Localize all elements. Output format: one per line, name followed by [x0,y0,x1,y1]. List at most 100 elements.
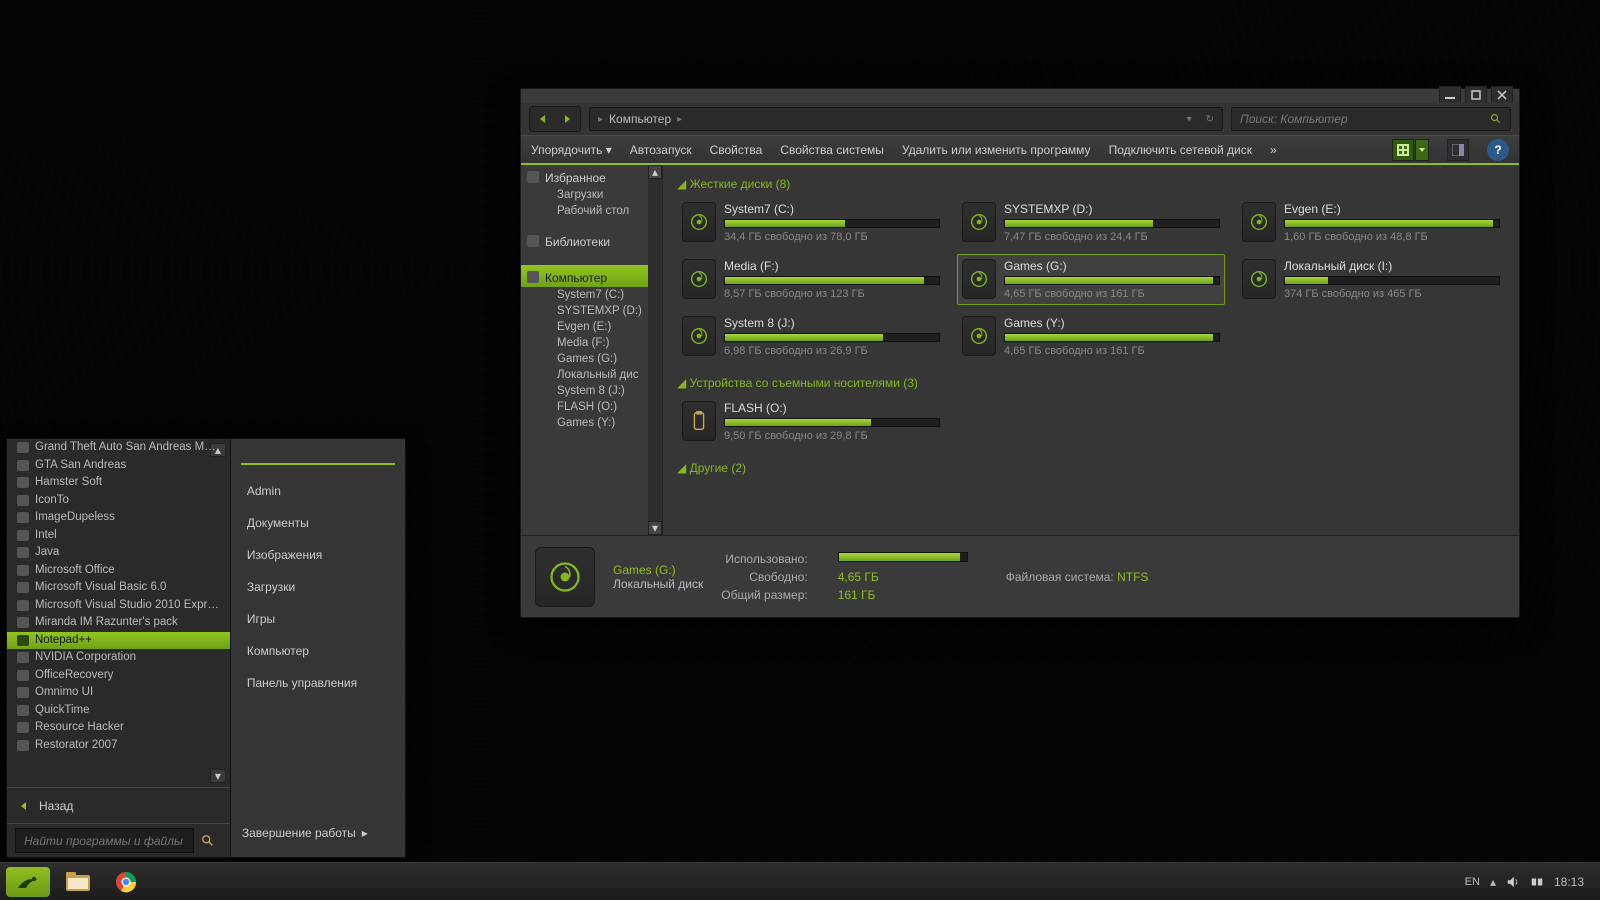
start-right-link[interactable]: Игры [231,603,405,635]
program-item[interactable]: Restorator 2007 [7,737,230,755]
program-item[interactable]: ImageDupeless [7,509,230,527]
sidebar-drive[interactable]: Evgen (E:) [521,319,662,335]
program-item[interactable]: Resource Hacker [7,719,230,737]
tb-properties[interactable]: Свойства [710,143,763,157]
drive-free: 9,50 ГБ свободно из 29,8 ГБ [724,430,940,442]
chevron-down-icon[interactable]: ▾ [1187,114,1192,125]
drive-tile[interactable]: Games (G:)4,65 ГБ свободно из 161 ГБ [957,254,1225,305]
drive-name: System 8 (J:) [724,316,940,330]
sidebar-libraries[interactable]: Библиотеки [521,229,662,251]
sidebar-drive[interactable]: FLASH (O:) [521,399,662,415]
sidebar-drive[interactable]: System 8 (J:) [521,383,662,399]
program-item[interactable]: Microsoft Visual Basic 6.0 [7,579,230,597]
shutdown-button[interactable]: Завершение работы ▸ [242,819,393,847]
sidebar-drive[interactable]: Games (Y:) [521,415,662,431]
chevron-right-icon: ▸ [598,114,603,125]
sidebar-scrollbar[interactable]: ▴ ▾ [648,165,662,535]
preview-pane-button[interactable] [1447,139,1469,161]
view-mode-dropdown[interactable] [1415,139,1429,161]
start-right-link[interactable]: Компьютер [231,635,405,667]
tb-autorun[interactable]: Автозапуск [630,143,692,157]
tb-uninstall[interactable]: Удалить или изменить программу [902,143,1091,157]
drive-tile[interactable]: SYSTEMXP (D:)7,47 ГБ свободно из 24,4 ГБ [957,197,1225,248]
drive-tile[interactable]: Evgen (E:)1,60 ГБ свободно из 48,8 ГБ [1237,197,1505,248]
section-other[interactable]: ◢ Другие (2) [669,457,1509,481]
window-titlebar[interactable] [521,89,1519,103]
tb-more[interactable]: » [1270,143,1277,157]
tray-volume-icon[interactable] [1506,875,1520,889]
drive-bar [724,418,940,427]
back-button[interactable] [532,109,554,129]
search-icon [1490,113,1502,125]
drive-tile[interactable]: Games (Y:)4,65 ГБ свободно из 161 ГБ [957,311,1225,362]
drive-tile[interactable]: Локальный диск (I:)374 ГБ свободно из 46… [1237,254,1505,305]
view-mode-button[interactable] [1392,139,1414,161]
drive-tile[interactable]: System7 (C:)34,4 ГБ свободно из 78,0 ГБ [677,197,945,248]
program-item[interactable]: Intel [7,527,230,545]
program-item[interactable]: Microsoft Visual Studio 2010 Express [7,597,230,615]
search-box[interactable]: Поиск: Компьютер [1231,107,1511,131]
drive-bar [1284,219,1500,228]
program-item[interactable]: Java [7,544,230,562]
start-search-input[interactable] [15,828,194,853]
forward-button[interactable] [556,109,578,129]
start-right-link[interactable]: Документы [231,507,405,539]
program-item[interactable]: Notepad++ [7,632,230,650]
sidebar-drive[interactable]: Games (G:) [521,351,662,367]
maximize-button[interactable] [1465,86,1487,104]
tray-clock[interactable]: 18:13 [1554,875,1584,889]
details-name: Games (G:) [613,563,703,577]
sidebar-computer[interactable]: Компьютер [521,265,648,287]
refresh-icon[interactable]: ↻ [1206,114,1214,125]
program-item[interactable]: Omnimo UI [7,684,230,702]
tray-network-icon[interactable] [1530,875,1544,889]
taskbar-explorer[interactable] [56,867,100,897]
sidebar-drive[interactable]: Media (F:) [521,335,662,351]
section-removable[interactable]: ◢ Устройства со съемными носителями (3) [669,372,1509,396]
program-item[interactable]: Miranda IM Razunter's pack [7,614,230,632]
scroll-up-icon[interactable]: ▴ [648,165,662,179]
programs-scroll-down[interactable]: ▾ [210,769,226,783]
sidebar-drive[interactable]: SYSTEMXP (D:) [521,303,662,319]
start-right-link[interactable]: Admin [231,475,405,507]
details-fs-label: Файловая система: [1006,570,1114,584]
start-right-link[interactable]: Изображения [231,539,405,571]
program-item[interactable]: QuickTime [7,702,230,720]
details-free-label: Свободно: [721,570,807,584]
program-item[interactable]: Hamster Soft [7,474,230,492]
tray-language[interactable]: EN [1465,876,1480,888]
start-button[interactable] [6,867,50,897]
drive-tile[interactable]: FLASH (O:)9,50 ГБ свободно из 29,8 ГБ [677,396,945,447]
sidebar-drive[interactable]: System7 (C:) [521,287,662,303]
content-pane: ◢ Жесткие диски (8) System7 (C:)34,4 ГБ … [663,165,1519,535]
sidebar-favorites[interactable]: Избранное [521,165,662,187]
program-item[interactable]: GTA San Andreas [7,457,230,475]
search-icon[interactable] [194,828,222,853]
drive-icon [682,202,716,242]
taskbar-chrome[interactable] [104,867,148,897]
start-back-button[interactable]: Назад [7,787,230,823]
tray-flag-icon[interactable]: ▴ [1490,875,1496,889]
start-right-link[interactable]: Панель управления [231,667,405,699]
details-type: Локальный диск [613,577,703,591]
minimize-button[interactable] [1439,86,1461,104]
tb-sysprops[interactable]: Свойства системы [780,143,884,157]
sidebar-fav-downloads[interactable]: Загрузки [521,187,662,203]
program-item[interactable]: IconTo [7,492,230,510]
scroll-down-icon[interactable]: ▾ [648,521,662,535]
program-item[interactable]: NVIDIA Corporation [7,649,230,667]
drive-tile[interactable]: System 8 (J:)6,98 ГБ свободно из 26,9 ГБ [677,311,945,362]
sidebar-fav-desktop[interactable]: Рабочий стол [521,203,662,219]
tb-mapdrive[interactable]: Подключить сетевой диск [1109,143,1252,157]
section-hdd[interactable]: ◢ Жесткие диски (8) [669,173,1509,197]
start-right-link[interactable]: Загрузки [231,571,405,603]
program-item[interactable]: Microsoft Office [7,562,230,580]
sidebar-drive[interactable]: Локальный дис [521,367,662,383]
tb-organize[interactable]: Упорядочить ▾ [531,143,612,157]
help-button[interactable]: ? [1487,139,1509,161]
close-button[interactable] [1491,86,1513,104]
program-item[interactable]: Grand Theft Auto San Andreas MultiPlay [7,439,230,457]
drive-tile[interactable]: Media (F:)8,57 ГБ свободно из 123 ГБ [677,254,945,305]
program-item[interactable]: OfficeRecovery [7,667,230,685]
path-box[interactable]: ▸ Компьютер ▸ ▾ ↻ [589,107,1223,131]
